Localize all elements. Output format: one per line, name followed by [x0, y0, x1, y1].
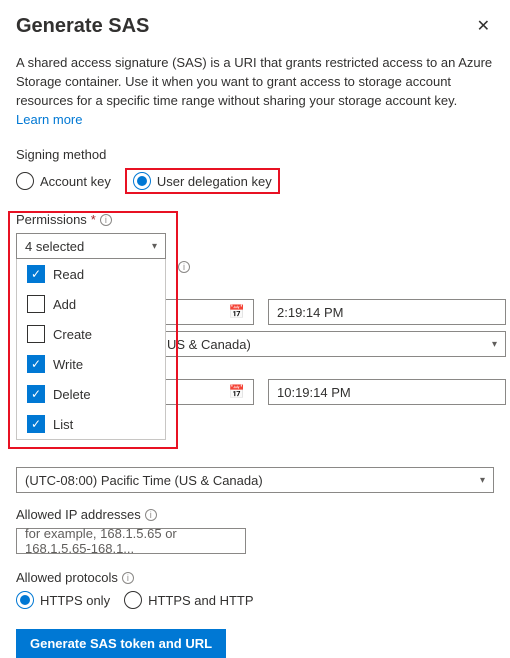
checkbox-icon [27, 415, 45, 433]
radio-icon [16, 591, 34, 609]
radio-icon [133, 172, 151, 190]
info-icon[interactable]: i [178, 261, 190, 273]
allowed-ip-placeholder: for example, 168.1.5.65 or 168.1.5.65-16… [25, 526, 237, 556]
allowed-ip-input[interactable]: for example, 168.1.5.65 or 168.1.5.65-16… [16, 528, 246, 554]
info-icon[interactable]: i [145, 509, 157, 521]
close-icon[interactable]: ✕ [473, 12, 494, 40]
expiry-time-value: 10:19:14 PM [277, 385, 351, 400]
perm-label: Write [53, 357, 83, 372]
protocol-https-and-http-radio[interactable]: HTTPS and HTTP [124, 591, 253, 609]
perm-label: Read [53, 267, 84, 282]
signing-account-key-radio[interactable]: Account key [16, 168, 111, 194]
description-text: A shared access signature (SAS) is a URI… [16, 54, 494, 129]
protocol-https-only-radio[interactable]: HTTPS only [16, 591, 110, 609]
perm-option-read[interactable]: Read [17, 259, 165, 289]
expiry-timezone-select[interactable]: (UTC-08:00) Pacific Time (US & Canada) ▾ [16, 467, 494, 493]
permissions-label: Permissions * i [16, 212, 494, 227]
radio-label: User delegation key [157, 174, 272, 189]
checkbox-icon [27, 355, 45, 373]
radio-label: HTTPS only [40, 593, 110, 608]
description-body: A shared access signature (SAS) is a URI… [16, 55, 492, 108]
allowed-ip-label: Allowed IP addresses i [16, 507, 494, 522]
allowed-protocols-label: Allowed protocols i [16, 570, 494, 585]
chevron-down-icon: ▾ [480, 475, 485, 486]
start-time-value: 2:19:14 PM [277, 305, 344, 320]
start-time-input[interactable]: 2:19:14 PM [268, 299, 506, 325]
perm-label: Delete [53, 387, 91, 402]
perm-option-add[interactable]: Add [17, 289, 165, 319]
signing-user-delegation-radio[interactable]: User delegation key [133, 172, 272, 190]
chevron-down-icon: ▾ [492, 339, 497, 350]
signing-method-label: Signing method [16, 147, 494, 162]
perm-option-write[interactable]: Write [17, 349, 165, 379]
radio-label: Account key [40, 174, 111, 189]
required-mark: * [91, 212, 96, 227]
perm-option-list[interactable]: List [17, 409, 165, 439]
checkbox-icon [27, 295, 45, 313]
permissions-list: Read Add Create Write Delete List [16, 259, 166, 440]
expiry-time-input[interactable]: 10:19:14 PM [268, 379, 506, 405]
info-icon[interactable]: i [100, 214, 112, 226]
permissions-dropdown[interactable]: 4 selected ▾ [16, 233, 166, 259]
radio-icon [124, 591, 142, 609]
radio-icon [16, 172, 34, 190]
calendar-icon: 📅 [229, 304, 245, 320]
radio-label: HTTPS and HTTP [148, 593, 253, 608]
checkbox-icon [27, 265, 45, 283]
timezone-partial: US & Canada) [167, 337, 251, 352]
chevron-down-icon: ▾ [152, 241, 157, 252]
learn-more-link[interactable]: Learn more [16, 112, 82, 127]
perm-label: Create [53, 327, 92, 342]
perm-label: List [53, 417, 73, 432]
perm-option-delete[interactable]: Delete [17, 379, 165, 409]
perm-label: Add [53, 297, 76, 312]
checkbox-icon [27, 325, 45, 343]
checkbox-icon [27, 385, 45, 403]
info-icon[interactable]: i [122, 572, 134, 584]
calendar-icon: 📅 [229, 384, 245, 400]
perm-option-create[interactable]: Create [17, 319, 165, 349]
generate-sas-button[interactable]: Generate SAS token and URL [16, 629, 226, 658]
permissions-summary: 4 selected [25, 239, 84, 254]
timezone-value: (UTC-08:00) Pacific Time (US & Canada) [25, 473, 263, 488]
panel-title: Generate SAS [16, 15, 149, 38]
